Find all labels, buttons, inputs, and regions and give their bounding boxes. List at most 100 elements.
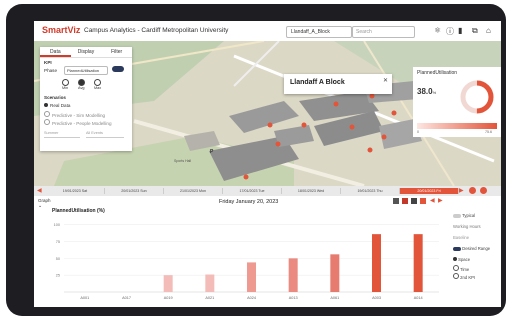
stat-radio-avg[interactable]: [78, 79, 85, 86]
season-select[interactable]: Summer: [44, 131, 80, 138]
scenario-real[interactable]: Real Data: [44, 103, 70, 108]
timeline-date[interactable]: 18/01/2023 Wed: [282, 188, 341, 194]
stat-max-label: Max: [94, 86, 102, 90]
x-tick-label: A001: [80, 296, 89, 300]
kpi-label: KPI: [44, 60, 52, 65]
phase-select[interactable]: PlannedUtilisation: [64, 66, 108, 75]
typical-label: Typical: [462, 213, 476, 218]
baseline-label: Baseline: [453, 235, 470, 240]
zoom-in-icon[interactable]: [469, 187, 476, 194]
bar-A061[interactable]: [330, 254, 340, 292]
bar-A021[interactable]: [205, 274, 215, 292]
gauge-value: 38.0: [417, 87, 433, 96]
x-tick-label: A017: [122, 296, 131, 300]
radio-selected-icon: [453, 257, 457, 261]
top-bar: SmartViz Campus Analytics - Cardiff Metr…: [34, 21, 501, 42]
graph-prev-icon[interactable]: ◀: [430, 197, 435, 204]
option-2nd-kpi[interactable]: 2nd KPI: [453, 273, 475, 280]
option-space-label: Space: [458, 257, 471, 262]
view-list-icon[interactable]: [411, 198, 417, 204]
events-select[interactable]: All Events: [86, 131, 124, 138]
app-title: Campus Analytics - Cardiff Metropolitan …: [84, 27, 229, 34]
option-2nd-kpi-label: 2nd KPI: [460, 275, 476, 280]
parking-marker: P: [210, 149, 214, 155]
collapse-icon[interactable]: ⌄: [38, 203, 42, 209]
timeline-date[interactable]: 21/01/2023 Mon: [164, 188, 223, 194]
gauge-min: 0: [417, 130, 419, 134]
export-icon[interactable]: ⧉: [472, 26, 478, 36]
bar-A024[interactable]: [247, 262, 256, 292]
baseline-select[interactable]: Baseline: [453, 235, 469, 240]
search-input[interactable]: Search: [352, 26, 415, 38]
y-tick-label: 100: [54, 223, 60, 227]
tab-filter[interactable]: Filter: [101, 47, 132, 57]
bar-A013[interactable]: [288, 258, 298, 292]
timeline-bar: ◀ 19/01/2023 Sat 20/01/2023 Sun 21/01/2023…: [34, 186, 501, 196]
tablet-frame: SmartViz Campus Analytics - Cardiff Metr…: [6, 4, 506, 316]
timeline-next-icon[interactable]: ▶: [459, 187, 464, 194]
gauge-max: 75.6: [485, 130, 492, 134]
stat-min-label: Min: [62, 86, 69, 90]
graph-next-icon[interactable]: ▶: [438, 197, 443, 204]
radio-icon: [44, 111, 50, 117]
option-time-label: Time: [460, 267, 470, 272]
stat-radio-max[interactable]: [94, 79, 101, 86]
kpi-toggle[interactable]: [112, 66, 124, 72]
timeline-date[interactable]: 19/01/2023 Thu: [341, 188, 400, 194]
radio-icon: [44, 119, 50, 125]
x-tick-label: A019: [164, 296, 173, 300]
gauge-title: PlannedUtilisation: [417, 70, 458, 76]
bar-A014[interactable]: [413, 234, 423, 292]
building-popup: Llandaff A Block ✕: [284, 74, 392, 94]
typical-toggle[interactable]: Typical: [453, 213, 475, 218]
gauge-unit: %: [432, 90, 437, 95]
x-tick-label: A014: [414, 296, 423, 300]
bar-A019[interactable]: [163, 275, 173, 292]
timeline-date[interactable]: 20/01/2023 Sun: [105, 188, 164, 194]
scenario-real-label: Real Data: [50, 103, 71, 108]
phase-label: Phase: [44, 68, 58, 73]
radio-icon: [453, 273, 459, 279]
stat-avg-label: Avg: [78, 86, 85, 90]
breadcrumb[interactable]: Llandaff_A_Block: [286, 26, 352, 38]
scenario-people-label: Predictive - People Modelling: [52, 121, 112, 126]
view-table-icon[interactable]: [393, 198, 399, 204]
bar-A003[interactable]: [372, 234, 381, 292]
working-hours-label: Working Hours: [453, 224, 481, 229]
view-heatmap-icon[interactable]: [402, 198, 408, 204]
radio-icon: [453, 265, 459, 271]
scenario-people[interactable]: Predictive - People Modelling: [44, 119, 112, 126]
working-hours-select[interactable]: Working Hours: [453, 224, 481, 229]
x-tick-label: A024: [247, 296, 256, 300]
toggle-on-icon: [453, 246, 461, 251]
tab-data[interactable]: Data: [40, 47, 71, 57]
x-tick-label: A021: [205, 296, 214, 300]
y-tick-label: 50: [56, 257, 60, 261]
option-time[interactable]: Time: [453, 265, 469, 272]
x-tick-label: A061: [330, 296, 339, 300]
stat-radio-min[interactable]: [62, 79, 69, 86]
zoom-out-icon[interactable]: [480, 187, 487, 194]
gauge-panel: PlannedUtilisation 38.0% 0 75.6: [413, 67, 501, 137]
close-icon[interactable]: ✕: [383, 77, 388, 84]
gauge-dial: [460, 80, 494, 114]
timeline-prev-icon[interactable]: ◀: [37, 187, 42, 194]
phase-select-value: PlannedUtilisation: [67, 68, 100, 73]
chat-icon[interactable]: ▮: [458, 26, 462, 35]
data-panel: Data Display Filter KPI Phase PlannedUti…: [40, 47, 132, 151]
graph-date-title: Friday January 20, 2023: [219, 199, 279, 205]
timeline-date[interactable]: 19/01/2023 Sat: [46, 188, 105, 194]
desired-range-label: Desired Range: [462, 246, 491, 251]
view-chart-icon[interactable]: [420, 198, 426, 204]
radio-selected-icon: [44, 103, 48, 107]
bell-icon[interactable]: ⚛: [434, 26, 441, 35]
timeline-date[interactable]: 20/01/2023 Fri: [400, 188, 459, 194]
option-space[interactable]: Space: [453, 257, 470, 262]
scenario-sim[interactable]: Predictive - Sim Modelling: [44, 111, 105, 118]
timeline-date[interactable]: 17/01/2023 Tue: [223, 188, 282, 194]
home-icon[interactable]: ⌂: [486, 26, 491, 35]
toggle-off-icon: [453, 213, 461, 218]
info-icon[interactable]: ⓘ: [446, 26, 454, 37]
desired-range-toggle[interactable]: Desired Range: [453, 246, 490, 251]
tab-display[interactable]: Display: [71, 47, 102, 57]
